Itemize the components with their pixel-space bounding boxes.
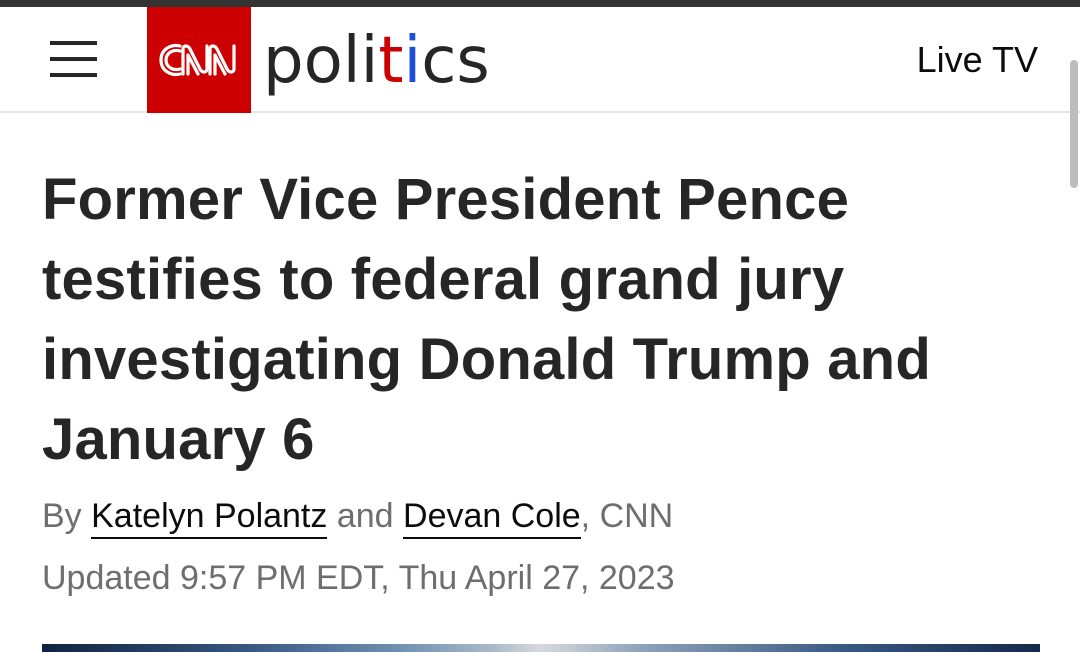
author-link[interactable]: Devan Cole bbox=[403, 497, 581, 539]
section-title-part-blue: i bbox=[403, 24, 422, 98]
article-headline: Former Vice President Pence testifies to… bbox=[42, 167, 931, 472]
section-title-part: cs bbox=[421, 24, 490, 98]
menu-bar bbox=[50, 73, 97, 77]
cnn-logo[interactable] bbox=[147, 7, 251, 113]
section-title-part: poli bbox=[263, 24, 379, 98]
byline-joiner: and bbox=[327, 497, 404, 535]
page-scrollbar[interactable] bbox=[1070, 60, 1078, 188]
section-title-part-red: t bbox=[378, 24, 404, 98]
article-byline: By Katelyn Polantz and Devan Cole, CNN bbox=[42, 494, 674, 539]
byline-suffix: , CNN bbox=[580, 497, 674, 535]
hamburger-menu-icon[interactable] bbox=[50, 39, 97, 79]
byline-prefix: By bbox=[42, 497, 92, 535]
article-hero-image[interactable] bbox=[42, 644, 1040, 652]
browser-top-strip bbox=[0, 0, 1080, 7]
section-title-politics[interactable]: politics bbox=[263, 21, 490, 101]
site-header: politics Live TV bbox=[0, 7, 1080, 113]
live-tv-link[interactable]: Live TV bbox=[917, 40, 1038, 80]
cnn-logo-mark bbox=[159, 43, 236, 77]
menu-bar bbox=[50, 57, 97, 61]
menu-bar bbox=[50, 41, 97, 45]
article-timestamp: Updated 9:57 PM EDT, Thu April 27, 2023 bbox=[42, 559, 675, 597]
author-link[interactable]: Katelyn Polantz bbox=[91, 497, 328, 539]
